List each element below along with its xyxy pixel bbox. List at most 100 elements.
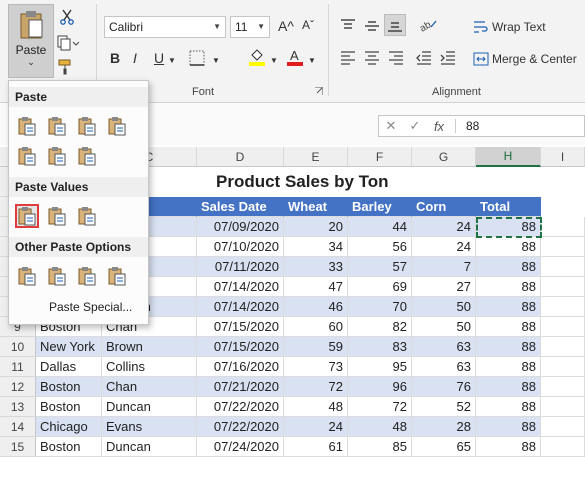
row-header[interactable]: 15 xyxy=(0,437,36,457)
cancel-icon[interactable]: ✕ xyxy=(379,118,403,134)
row-header[interactable]: 12 xyxy=(0,377,36,397)
increase-font-size-button[interactable]: A^ xyxy=(278,18,294,34)
cell-corn[interactable]: 76 xyxy=(412,377,476,397)
cell-empty[interactable] xyxy=(541,437,585,457)
cell-corn[interactable]: 63 xyxy=(412,357,476,377)
cell-total[interactable]: 88 xyxy=(476,377,541,397)
fill-color-icon[interactable] xyxy=(246,46,268,68)
cell-barley[interactable]: 48 xyxy=(348,417,412,437)
cell-city[interactable]: New York xyxy=(36,337,102,357)
cell-empty[interactable] xyxy=(541,257,585,277)
cell-corn[interactable]: 52 xyxy=(412,397,476,417)
cell-empty[interactable] xyxy=(541,417,585,437)
cut-icon[interactable] xyxy=(58,8,76,26)
cell-date[interactable]: 07/11/2020 xyxy=(197,257,284,277)
cell-barley[interactable]: 69 xyxy=(348,277,412,297)
paste-link-icon[interactable] xyxy=(45,264,69,288)
cell-corn[interactable]: 50 xyxy=(412,297,476,317)
cell-empty[interactable] xyxy=(541,337,585,357)
borders-icon[interactable] xyxy=(184,48,210,68)
cell-city[interactable]: Dallas xyxy=(36,357,102,377)
cell-date[interactable]: 07/14/2020 xyxy=(197,297,284,317)
underline-button[interactable]: U xyxy=(154,50,164,66)
cell-wheat[interactable]: 34 xyxy=(284,237,348,257)
align-right-icon[interactable] xyxy=(386,48,406,68)
no-borders-icon[interactable] xyxy=(15,144,39,168)
cell-barley[interactable]: 70 xyxy=(348,297,412,317)
font-size-select[interactable]: 11 ▼ xyxy=(230,16,270,38)
chevron-down-icon[interactable]: ▼ xyxy=(270,56,278,65)
formula-input[interactable]: ✕ ✓ fx 88 xyxy=(378,115,585,137)
linked-picture-icon[interactable] xyxy=(105,264,129,288)
cell-person[interactable]: Duncan xyxy=(102,397,197,417)
column-header-i[interactable]: I xyxy=(541,147,585,167)
cell-wheat[interactable]: 24 xyxy=(284,417,348,437)
cell-city[interactable]: Boston xyxy=(36,397,102,417)
middle-align-icon[interactable] xyxy=(362,16,382,36)
cell-total[interactable]: 88 xyxy=(476,317,541,337)
cell-barley[interactable]: 44 xyxy=(348,217,412,237)
cell-wheat[interactable]: 48 xyxy=(284,397,348,417)
cell-wheat[interactable]: 73 xyxy=(284,357,348,377)
cell-total[interactable]: 88 xyxy=(476,237,541,257)
cell-total[interactable]: 88 xyxy=(476,277,541,297)
cell-corn[interactable]: 7 xyxy=(412,257,476,277)
paste-special-item[interactable]: Paste Special... xyxy=(49,300,132,314)
cell-total[interactable]: 88 xyxy=(476,337,541,357)
cell-date[interactable]: 07/10/2020 xyxy=(197,237,284,257)
cell-barley[interactable]: 85 xyxy=(348,437,412,457)
cell-date[interactable]: 07/15/2020 xyxy=(197,317,284,337)
cell-barley[interactable]: 72 xyxy=(348,397,412,417)
cell-total[interactable]: 88 xyxy=(476,297,541,317)
decrease-indent-icon[interactable] xyxy=(414,48,434,68)
paste-icon[interactable] xyxy=(15,114,39,138)
cell-barley[interactable]: 95 xyxy=(348,357,412,377)
cell-barley[interactable]: 56 xyxy=(348,237,412,257)
cell-city[interactable]: Chicago xyxy=(36,417,102,437)
cell-empty[interactable] xyxy=(541,237,585,257)
cell-total[interactable]: 88 xyxy=(476,417,541,437)
chevron-down-icon[interactable]: ▼ xyxy=(308,56,316,65)
paste-button[interactable]: Paste ⌄ xyxy=(8,4,54,78)
top-align-icon[interactable] xyxy=(338,16,358,36)
insert-function-button[interactable]: fx xyxy=(427,119,451,134)
cell-person[interactable]: Collins xyxy=(102,357,197,377)
cell-person[interactable]: Duncan xyxy=(102,437,197,457)
cell-wheat[interactable]: 59 xyxy=(284,337,348,357)
header-cell-corn[interactable]: Corn xyxy=(412,197,476,217)
paste-values-icon[interactable] xyxy=(15,204,39,228)
wrap-text-button[interactable]: Wrap Text xyxy=(492,20,546,34)
cell-date[interactable]: 07/16/2020 xyxy=(197,357,284,377)
row-header[interactable]: 11 xyxy=(0,357,36,377)
cell-empty[interactable] xyxy=(541,217,585,237)
align-center-icon[interactable] xyxy=(362,48,382,68)
bottom-align-icon[interactable] xyxy=(384,14,406,36)
cell-empty[interactable] xyxy=(541,397,585,417)
cell-date[interactable]: 07/21/2020 xyxy=(197,377,284,397)
header-cell-wheat[interactable]: Wheat xyxy=(284,197,348,217)
cell-wheat[interactable]: 33 xyxy=(284,257,348,277)
cell-date[interactable]: 07/14/2020 xyxy=(197,277,284,297)
cell-date[interactable]: 07/24/2020 xyxy=(197,437,284,457)
cell-total[interactable]: 88 xyxy=(476,217,541,237)
cell-empty[interactable] xyxy=(541,297,585,317)
row-header[interactable]: 14 xyxy=(0,417,36,437)
cell-corn[interactable]: 50 xyxy=(412,317,476,337)
cell-wheat[interactable]: 72 xyxy=(284,377,348,397)
cell-corn[interactable]: 63 xyxy=(412,337,476,357)
column-header-h[interactable]: H xyxy=(476,147,541,167)
increase-indent-icon[interactable] xyxy=(438,48,458,68)
cell-empty[interactable] xyxy=(541,377,585,397)
cell-city[interactable]: Boston xyxy=(36,437,102,457)
cell-corn[interactable]: 24 xyxy=(412,217,476,237)
cell-wheat[interactable]: 60 xyxy=(284,317,348,337)
font-name-select[interactable]: Calibri ▼ xyxy=(104,16,226,38)
font-color-icon[interactable]: A xyxy=(284,46,306,68)
cell-total[interactable]: 88 xyxy=(476,357,541,377)
copy-icon[interactable] xyxy=(56,34,80,52)
cell-empty[interactable] xyxy=(541,317,585,337)
column-header-d[interactable]: D xyxy=(197,147,284,167)
header-cell-barley[interactable]: Barley xyxy=(348,197,412,217)
row-header[interactable]: 13 xyxy=(0,397,36,417)
cell-barley[interactable]: 82 xyxy=(348,317,412,337)
